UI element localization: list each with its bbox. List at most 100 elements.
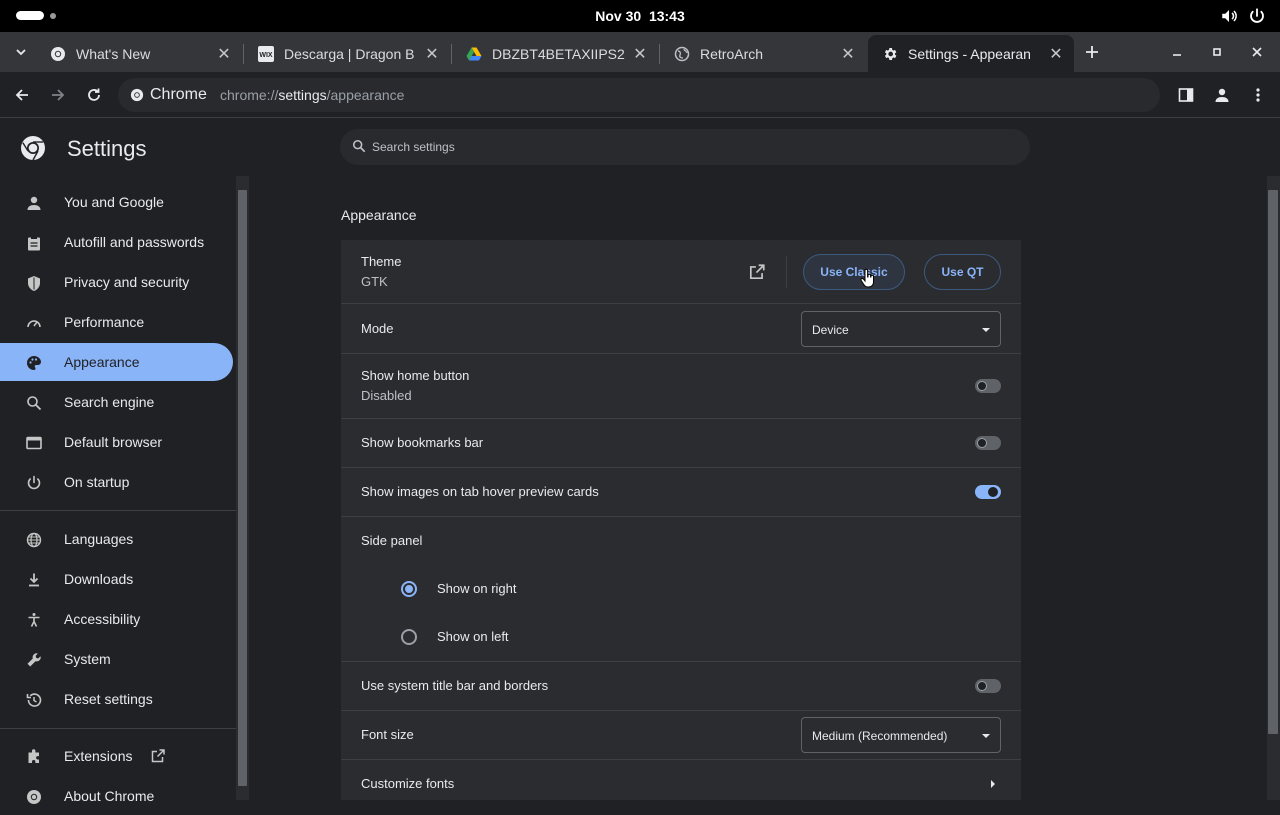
sidebar-item-reset-settings[interactable]: Reset settings bbox=[0, 680, 233, 718]
open-theme-button[interactable] bbox=[748, 263, 766, 281]
tab-title: DBZBT4BETAXIIPS2 bbox=[492, 45, 625, 62]
sidebar-item-label: You and Google bbox=[64, 194, 164, 210]
sidebar-item-system[interactable]: System bbox=[0, 640, 233, 678]
close-icon[interactable]: ✕ bbox=[216, 46, 232, 63]
site-chip-label: Chrome bbox=[150, 86, 207, 103]
reload-icon bbox=[88, 88, 100, 101]
row-divider bbox=[341, 303, 1021, 304]
url-text[interactable]: chrome://settings/appearance bbox=[220, 87, 404, 103]
minimize-button[interactable] bbox=[1166, 41, 1188, 63]
sidebar-item-search-engine[interactable]: Search engine bbox=[0, 383, 233, 421]
clock: Nov 30 13:43 bbox=[0, 8, 1280, 24]
close-window-button[interactable] bbox=[1246, 41, 1268, 63]
search-icon bbox=[24, 393, 44, 413]
sidebar-item-autofill[interactable]: Autofill and passwords bbox=[0, 223, 233, 261]
sidebar-item-appearance[interactable]: Appearance bbox=[0, 343, 233, 381]
chrome-icon bbox=[24, 787, 44, 807]
use-qt-button[interactable]: Use QT bbox=[924, 254, 1001, 290]
tab-settings-appearance[interactable]: Settings - Appearan ✕ bbox=[868, 35, 1074, 72]
sidebar-scrollbar-thumb[interactable] bbox=[238, 190, 247, 786]
close-icon[interactable]: ✕ bbox=[840, 46, 856, 63]
sidebar-item-accessibility[interactable]: Accessibility bbox=[0, 600, 233, 638]
tab-dbzbt4[interactable]: DBZBT4BETAXIIPS2 ✕ bbox=[452, 35, 658, 72]
activities-button[interactable] bbox=[16, 11, 56, 20]
tab-search-button[interactable] bbox=[10, 41, 32, 63]
close-icon[interactable]: ✕ bbox=[424, 46, 440, 63]
speedometer-icon bbox=[24, 313, 44, 333]
system-status-area[interactable] bbox=[1220, 7, 1266, 25]
sidebar-item-about-chrome[interactable]: About Chrome bbox=[0, 777, 233, 815]
hover-cards-toggle[interactable] bbox=[975, 485, 1001, 499]
side-panel-button[interactable] bbox=[1175, 84, 1197, 106]
close-icon[interactable]: ✕ bbox=[632, 46, 648, 63]
tab-title: Descarga | Dragon B bbox=[284, 45, 415, 62]
mode-select[interactable]: Device bbox=[801, 311, 1001, 347]
reload-button[interactable] bbox=[83, 84, 105, 106]
sidebar-item-you-and-google[interactable]: You and Google bbox=[0, 183, 233, 221]
bookmarks-bar-toggle[interactable] bbox=[975, 436, 1001, 450]
tab-strip: What's New ✕ WIX Descarga | Dragon B ✕ D… bbox=[0, 32, 1280, 72]
side-panel-right-radio[interactable] bbox=[401, 581, 417, 597]
history-icon bbox=[24, 690, 44, 710]
close-icon[interactable]: ✕ bbox=[1048, 46, 1064, 63]
font-size-select[interactable]: Medium (Recommended) bbox=[801, 717, 1001, 753]
side-panel-left-radio[interactable] bbox=[401, 629, 417, 645]
sidebar-item-privacy[interactable]: Privacy and security bbox=[0, 263, 233, 301]
bookmarks-bar-label: Show bookmarks bar bbox=[361, 435, 484, 450]
site-chip[interactable]: Chrome bbox=[130, 86, 207, 104]
globe-icon bbox=[674, 46, 690, 62]
tab-title: RetroArch bbox=[700, 45, 764, 62]
mode-select-value: Device bbox=[812, 323, 849, 337]
main-scrollbar-thumb[interactable] bbox=[1268, 190, 1278, 734]
maximize-button[interactable] bbox=[1206, 41, 1228, 63]
back-button[interactable] bbox=[11, 84, 33, 106]
title-bar-toggle[interactable] bbox=[975, 679, 1001, 693]
clock-date[interactable]: Nov 30 bbox=[595, 8, 641, 24]
customize-fonts-label[interactable]: Customize fonts bbox=[361, 776, 454, 791]
browser-icon bbox=[24, 433, 44, 453]
use-classic-button[interactable]: Use Classic bbox=[803, 254, 905, 290]
sidebar-item-extensions[interactable]: Extensions bbox=[0, 737, 233, 775]
tab-descarga[interactable]: WIX Descarga | Dragon B ✕ bbox=[244, 35, 450, 72]
mode-label: Mode bbox=[361, 321, 394, 336]
kebab-menu-icon bbox=[1256, 88, 1260, 102]
home-button-toggle[interactable] bbox=[975, 379, 1001, 393]
url-prefix: chrome:// bbox=[220, 87, 279, 103]
row-divider bbox=[341, 710, 1021, 711]
hover-cards-label: Show images on tab hover preview cards bbox=[361, 484, 599, 499]
tab-retroarch[interactable]: RetroArch ✕ bbox=[660, 35, 866, 72]
sidebar-item-label: Accessibility bbox=[64, 611, 141, 627]
globe-icon bbox=[24, 530, 44, 550]
side-panel-right-label[interactable]: Show on right bbox=[437, 581, 517, 596]
sidebar-item-performance[interactable]: Performance bbox=[0, 303, 233, 341]
sidebar-item-label: On startup bbox=[64, 474, 130, 490]
person-icon bbox=[24, 193, 44, 213]
url-suffix: /appearance bbox=[326, 87, 405, 103]
wrench-icon bbox=[24, 650, 44, 670]
forward-button[interactable] bbox=[47, 84, 69, 106]
toggle-knob bbox=[977, 681, 987, 691]
clock-time[interactable]: 13:43 bbox=[649, 8, 685, 24]
close-icon bbox=[1252, 47, 1262, 57]
tab-whats-new[interactable]: What's New ✕ bbox=[36, 35, 242, 72]
new-tab-button[interactable] bbox=[1081, 41, 1103, 63]
side-panel-left-label[interactable]: Show on left bbox=[437, 629, 509, 644]
profile-button[interactable] bbox=[1211, 84, 1233, 106]
accessibility-icon bbox=[24, 610, 44, 630]
sidebar-item-label: Search engine bbox=[64, 394, 155, 410]
search-icon bbox=[352, 139, 366, 153]
chrome-menu-button[interactable] bbox=[1247, 84, 1269, 106]
row-divider bbox=[341, 467, 1021, 468]
person-icon bbox=[1215, 88, 1229, 102]
mouse-cursor-icon bbox=[860, 268, 876, 288]
workspace-indicator-active bbox=[16, 11, 44, 20]
sidebar-item-on-startup[interactable]: On startup bbox=[0, 463, 233, 501]
row-divider bbox=[341, 516, 1021, 517]
external-link-icon bbox=[150, 748, 166, 764]
chevron-right-icon[interactable] bbox=[989, 779, 997, 789]
sidebar-item-languages[interactable]: Languages bbox=[0, 520, 233, 558]
sidebar-item-downloads[interactable]: Downloads bbox=[0, 560, 233, 598]
side-panel-icon bbox=[1178, 88, 1194, 102]
sidebar-item-default-browser[interactable]: Default browser bbox=[0, 423, 233, 461]
plus-icon bbox=[1086, 46, 1098, 58]
